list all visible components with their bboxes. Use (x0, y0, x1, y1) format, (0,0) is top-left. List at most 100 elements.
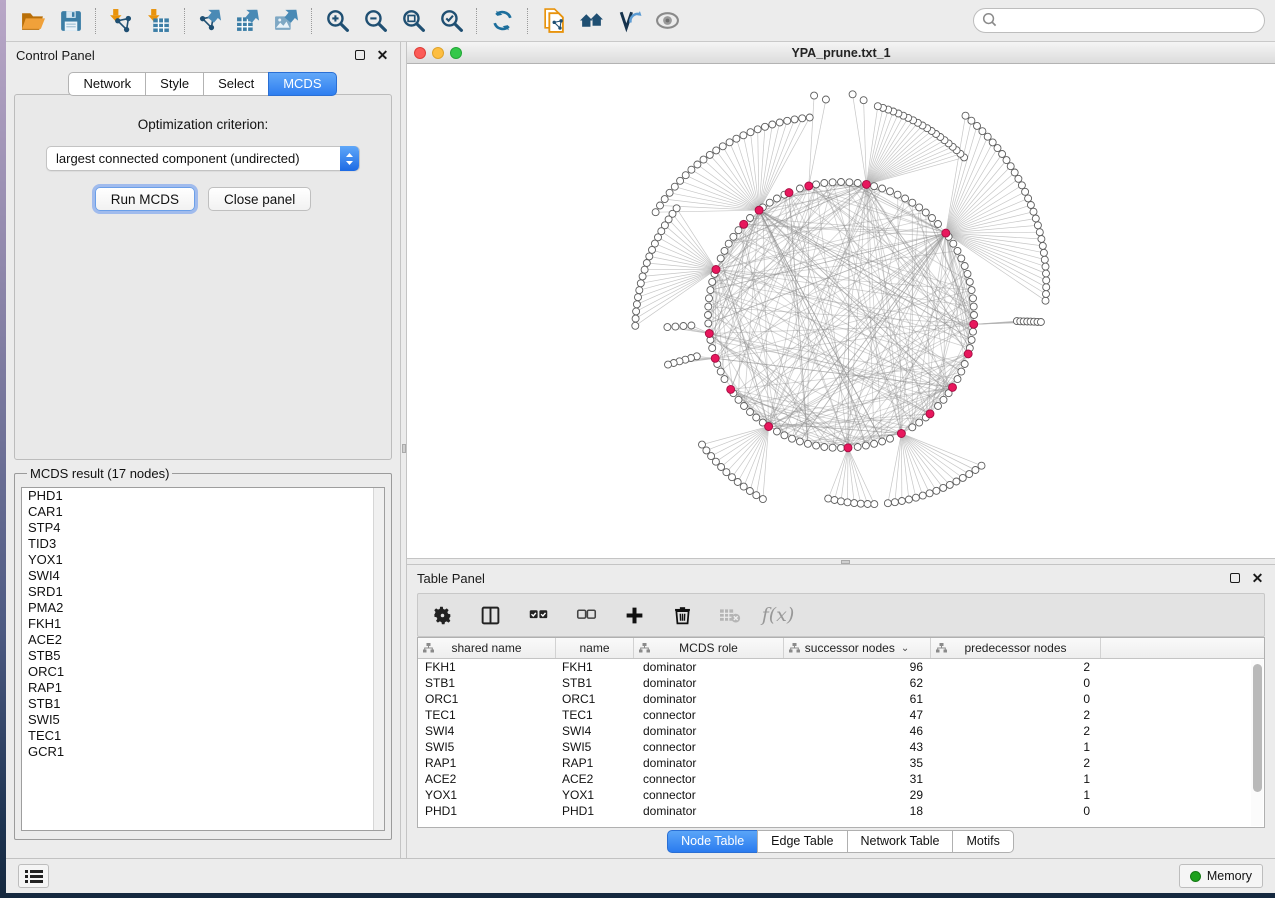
network-window-titlebar[interactable]: YPA_prune.txt_1 (407, 42, 1275, 64)
import-table-icon[interactable] (143, 6, 175, 36)
clone-network-icon[interactable] (537, 6, 569, 36)
mcds-result-node[interactable]: YOX1 (22, 552, 384, 568)
cell-predecessor-nodes[interactable]: 0 (931, 692, 1101, 706)
task-history-button[interactable] (18, 864, 49, 888)
cell-successor-nodes[interactable]: 96 (784, 660, 931, 674)
cell-predecessor-nodes[interactable]: 2 (931, 756, 1101, 770)
close-panel-icon[interactable]: ✕ (375, 48, 390, 63)
cell-shared-name[interactable]: SWI5 (418, 740, 556, 754)
cell-MCDS-role[interactable]: connector (634, 788, 784, 802)
cell-name[interactable]: SWI4 (556, 724, 634, 738)
table-row[interactable]: SWI5SWI5connector431 (418, 739, 1264, 755)
mcds-result-node[interactable]: SWI4 (22, 568, 384, 584)
cell-predecessor-nodes[interactable]: 1 (931, 772, 1101, 786)
network-canvas[interactable] (407, 64, 1275, 563)
cell-shared-name[interactable]: PHD1 (418, 804, 556, 818)
mcds-result-node[interactable]: TEC1 (22, 728, 384, 744)
export-table-icon[interactable] (232, 6, 264, 36)
table-row[interactable]: STB1STB1dominator620 (418, 675, 1264, 691)
cell-shared-name[interactable]: ACE2 (418, 772, 556, 786)
tab-style[interactable]: Style (145, 72, 204, 96)
horizontal-splitter[interactable] (407, 558, 1275, 565)
tab-select[interactable]: Select (203, 72, 269, 96)
cell-MCDS-role[interactable]: dominator (634, 676, 784, 690)
table-row[interactable]: RAP1RAP1dominator352 (418, 755, 1264, 771)
cell-successor-nodes[interactable]: 18 (784, 804, 931, 818)
zoom-fit-icon[interactable] (397, 6, 429, 36)
search-input[interactable] (973, 8, 1265, 33)
column-header-MCDS-role[interactable]: MCDS role (634, 638, 784, 658)
cell-shared-name[interactable]: ORC1 (418, 692, 556, 706)
cell-successor-nodes[interactable]: 43 (784, 740, 931, 754)
cell-name[interactable]: STB1 (556, 676, 634, 690)
cell-shared-name[interactable]: SWI4 (418, 724, 556, 738)
mcds-result-node[interactable]: STB1 (22, 696, 384, 712)
open-file-icon[interactable] (16, 6, 48, 36)
cell-shared-name[interactable]: FKH1 (418, 660, 556, 674)
table-row[interactable]: PHD1PHD1dominator180 (418, 803, 1264, 819)
cell-predecessor-nodes[interactable]: 1 (931, 788, 1101, 802)
cell-MCDS-role[interactable]: connector (634, 740, 784, 754)
split-columns-icon[interactable] (478, 603, 502, 627)
tab-network[interactable]: Network (68, 72, 146, 96)
optimization-criterion-select[interactable]: largest connected component (undirected) (46, 146, 360, 171)
unselect-all-checks-icon[interactable] (574, 603, 598, 627)
cell-name[interactable]: FKH1 (556, 660, 634, 674)
cell-successor-nodes[interactable]: 62 (784, 676, 931, 690)
import-network-icon[interactable] (105, 6, 137, 36)
window-close-icon[interactable] (414, 47, 426, 59)
cell-successor-nodes[interactable]: 61 (784, 692, 931, 706)
column-header-name[interactable]: name (556, 638, 634, 658)
cell-predecessor-nodes[interactable]: 2 (931, 708, 1101, 722)
cell-MCDS-role[interactable]: connector (634, 708, 784, 722)
float-panel-icon[interactable] (352, 48, 367, 63)
mcds-result-node[interactable]: CAR1 (22, 504, 384, 520)
table-row[interactable]: YOX1YOX1connector291 (418, 787, 1264, 803)
tab-network-table[interactable]: Network Table (847, 830, 954, 853)
mcds-result-node[interactable]: ORC1 (22, 664, 384, 680)
cell-shared-name[interactable]: RAP1 (418, 756, 556, 770)
cell-predecessor-nodes[interactable]: 2 (931, 660, 1101, 674)
select-all-checks-icon[interactable] (526, 603, 550, 627)
cell-successor-nodes[interactable]: 29 (784, 788, 931, 802)
cell-MCDS-role[interactable]: dominator (634, 804, 784, 818)
add-column-icon[interactable] (622, 603, 646, 627)
column-header-successor-nodes[interactable]: successor nodes⌄ (784, 638, 931, 658)
tab-node-table[interactable]: Node Table (667, 830, 758, 853)
mcds-result-node[interactable]: PMA2 (22, 600, 384, 616)
cell-predecessor-nodes[interactable]: 2 (931, 724, 1101, 738)
cell-MCDS-role[interactable]: dominator (634, 692, 784, 706)
table-row[interactable]: SWI4SWI4dominator462 (418, 723, 1264, 739)
column-header-shared-name[interactable]: shared name (418, 638, 556, 658)
splitter-grip[interactable] (402, 444, 406, 453)
mcds-result-node[interactable]: PHD1 (22, 488, 384, 504)
mcds-result-list[interactable]: PHD1CAR1STP4TID3YOX1SWI4SRD1PMA2FKH1ACE2… (21, 487, 385, 831)
cell-name[interactable]: TEC1 (556, 708, 634, 722)
close-panel-button[interactable]: Close panel (208, 187, 311, 211)
mcds-result-node[interactable]: SRD1 (22, 584, 384, 600)
export-network-icon[interactable] (194, 6, 226, 36)
cell-name[interactable]: YOX1 (556, 788, 634, 802)
mcds-result-node[interactable]: STP4 (22, 520, 384, 536)
window-minimize-icon[interactable] (432, 47, 444, 59)
graphics-details-icon[interactable] (613, 6, 645, 36)
cell-MCDS-role[interactable]: connector (634, 772, 784, 786)
mcds-result-node[interactable]: FKH1 (22, 616, 384, 632)
mcds-result-node[interactable]: TID3 (22, 536, 384, 552)
cell-name[interactable]: ORC1 (556, 692, 634, 706)
table-row[interactable]: TEC1TEC1connector472 (418, 707, 1264, 723)
splitter-grip[interactable] (841, 560, 850, 564)
cell-predecessor-nodes[interactable]: 1 (931, 740, 1101, 754)
cell-MCDS-role[interactable]: dominator (634, 660, 784, 674)
result-scrollbar-track[interactable] (373, 488, 384, 830)
table-row[interactable]: ORC1ORC1dominator610 (418, 691, 1264, 707)
column-header-predecessor-nodes[interactable]: predecessor nodes (931, 638, 1101, 658)
zoom-in-icon[interactable] (321, 6, 353, 36)
cell-predecessor-nodes[interactable]: 0 (931, 676, 1101, 690)
float-panel-icon[interactable] (1227, 571, 1242, 586)
vertical-splitter[interactable] (400, 42, 407, 858)
close-panel-icon[interactable]: ✕ (1250, 571, 1265, 586)
table-row[interactable]: FKH1FKH1dominator962 (418, 659, 1264, 675)
mcds-result-node[interactable]: SWI5 (22, 712, 384, 728)
memory-button[interactable]: Memory (1179, 864, 1263, 888)
